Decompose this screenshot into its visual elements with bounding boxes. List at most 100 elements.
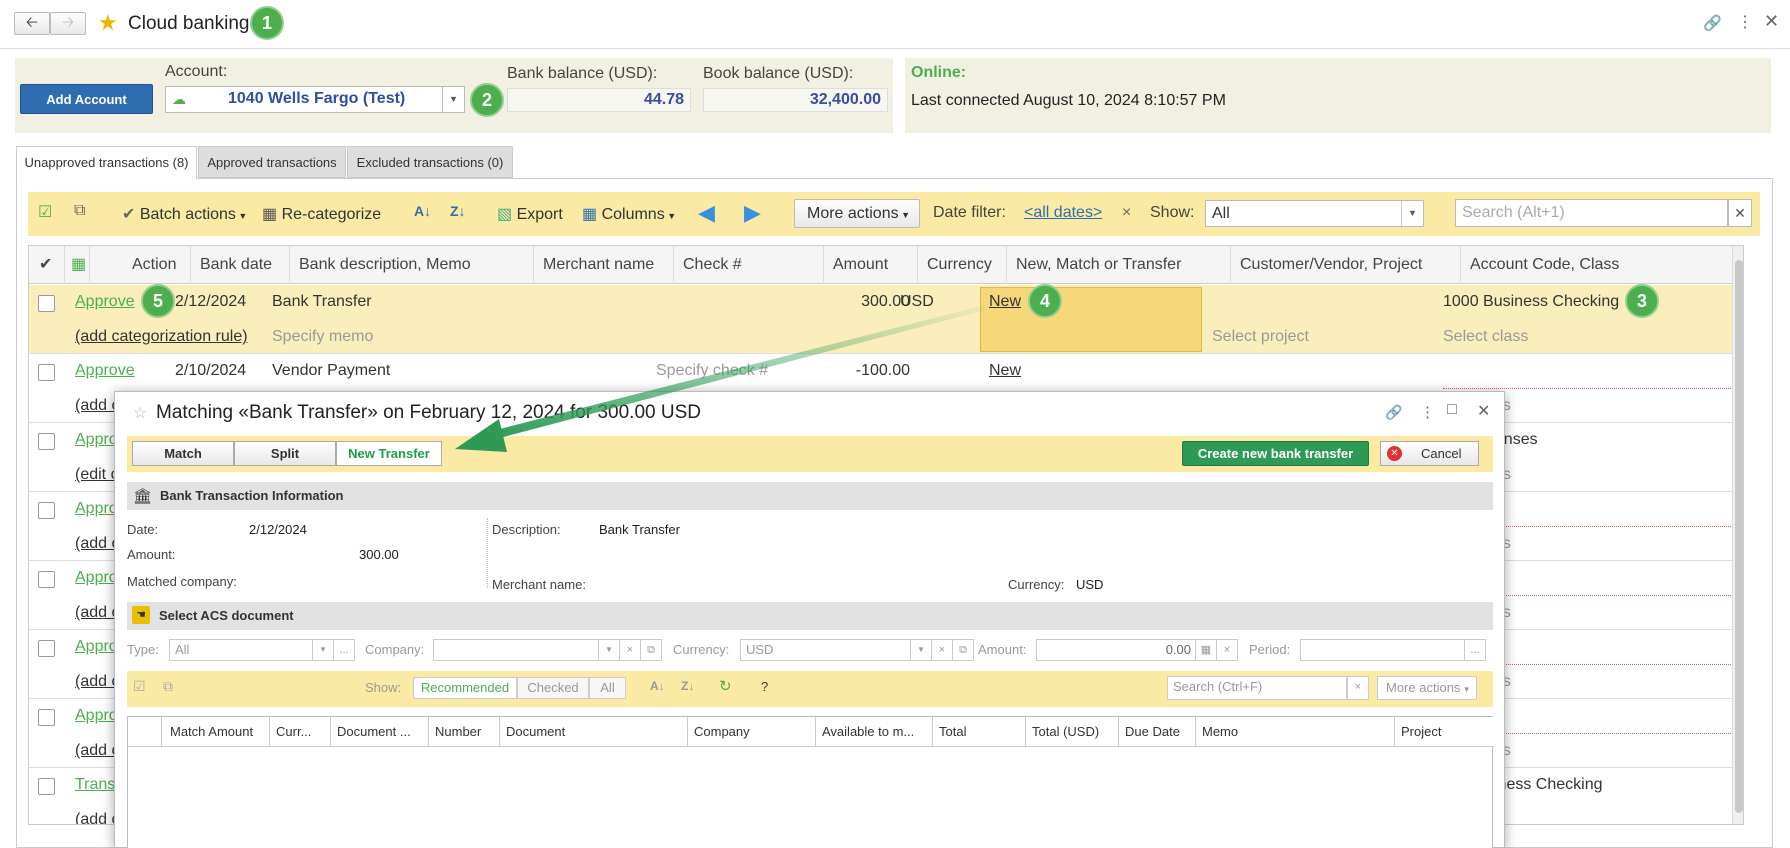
show-recommended-button[interactable]: Recommended <box>413 677 517 699</box>
col-bank-date[interactable]: Bank date <box>191 246 290 284</box>
add-categorization-rule-link[interactable]: (add c <box>75 673 119 691</box>
row-checkbox[interactable] <box>38 709 55 726</box>
back-button[interactable]: 🡠 <box>14 12 50 35</box>
col-due-date[interactable]: Due Date <box>1119 717 1196 747</box>
show-select[interactable]: All <box>1205 200 1424 227</box>
dialog-link-icon[interactable]: 🔗 <box>1385 404 1402 421</box>
amount-clear-icon[interactable]: × <box>1216 639 1238 661</box>
favorite-star-icon[interactable]: ★ <box>98 10 118 36</box>
type-dropdown-icon[interactable]: ▼ <box>312 639 334 661</box>
grid-scrollbar[interactable] <box>1732 246 1743 824</box>
sort-descending-icon[interactable]: Z↓ <box>450 203 466 219</box>
row-checkbox[interactable] <box>38 571 55 588</box>
doc-search-clear-icon[interactable]: × <box>1347 676 1369 700</box>
approve-link[interactable]: Appro <box>75 431 118 449</box>
edit-categorization-rule-link[interactable]: (edit c <box>75 466 119 484</box>
split-mode-button[interactable]: Split <box>234 441 336 466</box>
columns-button[interactable]: ▦ Columns ▼ <box>582 204 676 224</box>
show-checked-button[interactable]: Checked <box>517 677 589 699</box>
col-currency[interactable]: Currency <box>918 246 1007 284</box>
prev-arrow-icon[interactable]: ◀ <box>698 200 715 226</box>
new-link[interactable]: New <box>989 362 1021 380</box>
doc-check-all-icon[interactable]: ☑ <box>133 678 146 695</box>
clear-date-filter-icon[interactable]: × <box>1122 204 1131 222</box>
col-company[interactable]: Company <box>688 717 816 747</box>
check-placeholder[interactable]: Specify check # <box>656 362 768 380</box>
table-row[interactable]: Approve 2/12/2024 Bank Transfer 300.00 U… <box>29 285 1743 354</box>
approve-link[interactable]: Appro <box>75 638 118 656</box>
approve-link[interactable]: Appro <box>75 707 118 725</box>
dialog-star-icon[interactable]: ☆ <box>133 403 147 423</box>
col-match-amount[interactable]: Match Amount <box>162 717 270 747</box>
row-checkbox[interactable] <box>38 295 55 312</box>
doc-sort-asc-icon[interactable]: A↓ <box>650 679 665 693</box>
col-document[interactable]: Document <box>500 717 688 747</box>
col-memo[interactable]: Memo <box>1196 717 1395 747</box>
doc-more-actions-button[interactable]: More actions ▼ <box>1377 676 1477 700</box>
help-icon[interactable]: ? <box>761 679 768 694</box>
date-filter-value[interactable]: <all dates> <box>1024 204 1102 222</box>
more-actions-button[interactable]: More actions ▼ <box>794 199 920 228</box>
type-filter-select[interactable]: All <box>169 639 314 661</box>
col-available[interactable]: Available to m... <box>816 717 933 747</box>
period-filter-input[interactable] <box>1300 639 1466 661</box>
col-customer-vendor[interactable]: Customer/Vendor, Project <box>1231 246 1461 284</box>
close-icon[interactable]: ✕ <box>1764 11 1779 32</box>
doc-copy-icon[interactable]: ⧉ <box>163 678 173 695</box>
tab-excluded[interactable]: Excluded transactions (0) <box>347 146 513 178</box>
calculator-icon[interactable]: ▦ <box>1195 639 1217 661</box>
currency-clear-icon[interactable]: × <box>931 639 953 661</box>
check-all-icon[interactable]: ☑ <box>38 202 52 222</box>
show-all-button[interactable]: All <box>589 677 626 699</box>
approve-link[interactable]: Appro <box>75 569 118 587</box>
row-checkbox[interactable] <box>38 502 55 519</box>
recategorize-button[interactable]: ▦ Re-categorize <box>262 204 381 224</box>
type-more-icon[interactable]: ... <box>333 639 355 661</box>
search-input[interactable]: Search (Alt+1) <box>1455 199 1728 227</box>
col-action[interactable]: Action <box>90 246 191 284</box>
col-project[interactable]: Project <box>1395 717 1494 747</box>
col-bank-description[interactable]: Bank description, Memo <box>290 246 534 284</box>
add-categorization-rule-link[interactable]: (add c <box>75 535 119 553</box>
refresh-icon[interactable]: ↻ <box>719 677 732 695</box>
copy-icon[interactable]: ⧉ <box>74 202 85 220</box>
doc-select-col[interactable] <box>128 717 162 747</box>
add-categorization-rule-link[interactable]: (add c <box>75 397 119 415</box>
col-number[interactable]: Number <box>429 717 500 747</box>
approve-link[interactable]: Appro <box>75 500 118 518</box>
add-categorization-rule-link[interactable]: (add categorization rule) <box>75 328 248 346</box>
maximize-icon[interactable]: □ <box>1447 401 1457 419</box>
add-categorization-rule-link[interactable]: (add c <box>75 811 119 824</box>
doc-sort-desc-icon[interactable]: Z↓ <box>681 679 694 693</box>
row-checkbox[interactable] <box>38 778 55 795</box>
new-transfer-mode-button[interactable]: New Transfer <box>336 441 442 466</box>
col-new-match-transfer[interactable]: New, Match or Transfer <box>1007 246 1231 284</box>
company-clear-icon[interactable]: × <box>619 639 641 661</box>
tab-approved[interactable]: Approved transactions <box>198 146 346 178</box>
row-checkbox[interactable] <box>38 364 55 381</box>
col-check[interactable]: Check # <box>674 246 824 284</box>
class-placeholder[interactable]: Select class <box>1443 328 1528 346</box>
account-dropdown-button[interactable]: ▼ <box>443 86 465 113</box>
col-merchant[interactable]: Merchant name <box>534 246 674 284</box>
company-dropdown-icon[interactable]: ▼ <box>598 639 620 661</box>
currency-dropdown-icon[interactable]: ▼ <box>910 639 932 661</box>
sort-ascending-icon[interactable]: A↓ <box>414 203 431 219</box>
cancel-button[interactable]: ✕ Cancel <box>1380 441 1479 466</box>
grid-scrollbar-thumb[interactable] <box>1735 260 1743 813</box>
row-checkbox[interactable] <box>38 433 55 450</box>
approve-link[interactable]: Approve <box>75 293 135 311</box>
dialog-close-icon[interactable]: ✕ <box>1477 401 1490 421</box>
transfer-link[interactable]: Trans <box>75 776 115 794</box>
memo-placeholder[interactable]: Specify memo <box>272 328 373 346</box>
link-icon[interactable]: 🔗 <box>1703 14 1722 32</box>
new-link[interactable]: New <box>989 293 1021 311</box>
company-open-icon[interactable]: ⧉ <box>640 639 662 661</box>
col-amount[interactable]: Amount <box>824 246 918 284</box>
col-curr[interactable]: Curr... <box>270 717 331 747</box>
col-total[interactable]: Total <box>933 717 1026 747</box>
action-settings-icon[interactable]: ▦ <box>65 246 90 284</box>
account-code[interactable]: 1000 Business Checking <box>1443 293 1619 311</box>
account-select[interactable]: ☁ 1040 Wells Fargo (Test) <box>165 86 445 113</box>
match-mode-button[interactable]: Match <box>132 441 234 466</box>
